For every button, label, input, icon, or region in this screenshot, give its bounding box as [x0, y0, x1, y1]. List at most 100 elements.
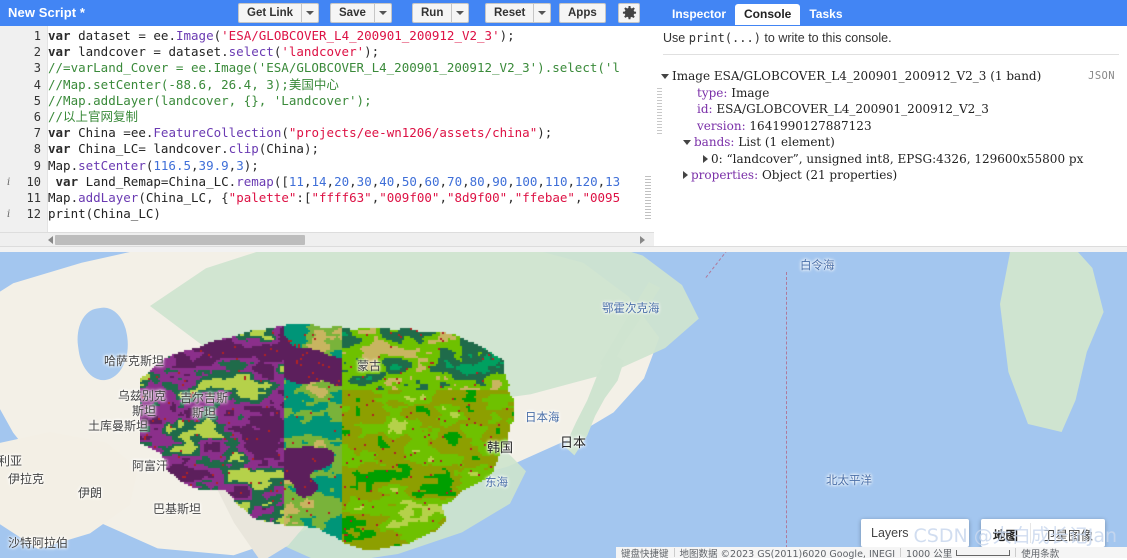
get-link-dropdown-button[interactable]	[301, 3, 320, 23]
console-divider	[663, 54, 1119, 55]
line-marker-icon: i	[7, 176, 11, 188]
console-row-key: 0:	[711, 151, 723, 166]
get-link-button[interactable]: Get Link	[238, 3, 302, 23]
map-label: 日本海	[525, 410, 560, 424]
map-label: 土库曼斯坦	[88, 419, 149, 433]
tab-inspector[interactable]: Inspector	[663, 4, 735, 25]
terms-of-use-link[interactable]: 使用条款	[1016, 546, 1064, 560]
code-line[interactable]: //=varLand_Cover = ee.Image('ESA/GLOBCOV…	[48, 60, 620, 76]
chevron-right-icon[interactable]	[683, 171, 688, 179]
code-line[interactable]: print(China_LC)	[48, 206, 620, 222]
console-tree-row[interactable]: properties: Object (21 properties)	[661, 167, 1111, 184]
map-viewport[interactable]: 哈萨克斯坦乌兹别克斯坦吉尔吉斯斯坦土库曼斯坦利亚伊拉克伊朗阿富汗巴基斯坦尼泊尔印…	[0, 252, 1127, 558]
tab-tasks[interactable]: Tasks	[800, 4, 851, 25]
layers-button-label: Layers	[871, 526, 909, 540]
gutter-line: 2	[33, 45, 41, 60]
scroll-right-icon[interactable]	[640, 236, 645, 244]
console-row-key: bands:	[694, 135, 735, 149]
chevron-down-icon	[306, 11, 315, 15]
console-row-key: id:	[697, 102, 713, 116]
code-line[interactable]: var dataset = ee.Image('ESA/GLOBCOVER_L4…	[48, 28, 620, 44]
code-line[interactable]: Map.addLayer(China_LC, {"palette":["ffff…	[48, 190, 620, 206]
reset-dropdown-button[interactable]	[533, 3, 552, 23]
code-line[interactable]: //以上官网复制	[48, 109, 620, 125]
console-tree-row[interactable]: Image ESA/GLOBCOVER_L4_200901_200912_V2_…	[661, 68, 1111, 85]
top-bar: New Script * Get Link Save Run Reset App…	[0, 0, 1127, 26]
map-attribution-bar: 键盘快捷键 地图数据 ©2023 GS(2011)6020 Google, IN…	[616, 546, 1127, 560]
settings-button[interactable]	[618, 3, 640, 23]
console-row-value: Image ESA/GLOBCOVER_L4_200901_200912_V2_…	[672, 69, 1042, 83]
gutter-line: 5	[33, 93, 41, 108]
chevron-down-icon	[538, 11, 547, 15]
editor-horizontal-scrollbar[interactable]	[0, 232, 654, 247]
editor-gutter: 1 2 3 4 5 6 7 8 9 i 10 11 i 12	[0, 26, 48, 232]
map-label: 蒙古	[357, 359, 382, 373]
console-hint-code: print(...)	[688, 31, 761, 45]
editor-vertical-scrollbar[interactable]	[645, 176, 651, 221]
map-label: 巴基斯坦	[153, 502, 202, 516]
gutter-line: 6	[33, 109, 41, 124]
chevron-right-icon[interactable]	[703, 154, 708, 163]
line-marker-icon: i	[7, 209, 11, 221]
code-line[interactable]: //Map.addLayer(landcover, {}, 'Landcover…	[48, 93, 620, 109]
save-button[interactable]: Save	[330, 3, 374, 23]
console-row-value: Image	[727, 85, 770, 100]
run-dropdown-button[interactable]	[451, 3, 470, 23]
console-panel: Use print(...) to write to this console.…	[655, 26, 1127, 246]
code-line[interactable]: var landcover = dataset.select('landcove…	[48, 44, 620, 60]
chevron-down-icon[interactable]	[661, 74, 669, 79]
console-tree-row[interactable]: 0: “landcover”, unsigned int8, EPSG:4326…	[661, 151, 1111, 168]
map-label: 北太平洋	[826, 473, 872, 487]
code-line[interactable]: Map.setCenter(116.5,39.9,3);	[48, 158, 620, 174]
console-row-value: “landcover”, unsigned int8, EPSG:4326, 1…	[722, 151, 1084, 166]
console-hint-prefix: Use	[663, 31, 689, 45]
chevron-down-icon[interactable]	[683, 140, 691, 145]
apps-button[interactable]: Apps	[559, 3, 606, 23]
console-vertical-scrollbar[interactable]	[657, 88, 662, 136]
gutter-line: 1	[33, 29, 41, 43]
apps-button-group: Apps	[559, 3, 606, 23]
map-label: 白令海	[800, 258, 835, 272]
map-label: 日本	[560, 436, 587, 451]
console-tree-row: type: Image	[661, 85, 1111, 102]
map-scale-label: 1000 公里	[906, 548, 953, 560]
run-button-group: Run	[412, 3, 470, 23]
console-row-value: Object (21 properties)	[758, 168, 898, 182]
map-label: 阿富汗	[132, 459, 169, 473]
tab-console[interactable]: Console	[735, 4, 801, 25]
scrollbar-thumb[interactable]	[55, 235, 305, 245]
watermark: CSDN @大白成长记Jan	[913, 525, 1118, 547]
reset-button[interactable]: Reset	[485, 3, 534, 23]
gutter-line: 11	[26, 190, 41, 205]
map-label: 斯坦	[192, 406, 217, 420]
code-line[interactable]: var China_LC= landcover.clip(China);	[48, 141, 620, 157]
code-line[interactable]: //Map.setCenter(-88.6, 26.4, 3);美国中心	[48, 77, 620, 93]
console-hint: Use print(...) to write to this console.	[663, 31, 892, 45]
map-label: 韩国	[487, 441, 514, 456]
console-tree-row[interactable]: bands: List (1 element)	[661, 134, 1111, 151]
get-link-button-group: Get Link	[238, 3, 320, 23]
landcover-raster-layer	[140, 314, 560, 558]
run-button[interactable]: Run	[412, 3, 452, 23]
landcover-canvas	[140, 314, 560, 558]
scale-bar-icon	[956, 549, 1011, 556]
map-boundary-line	[786, 272, 787, 558]
keyboard-shortcuts-link[interactable]: 键盘快捷键	[616, 546, 674, 560]
code-line[interactable]: var China =ee.FeatureCollection("project…	[48, 125, 620, 141]
code-line[interactable]: var Land_Remap=China_LC.remap([11,14,20,…	[48, 174, 621, 190]
scroll-left-icon[interactable]	[48, 236, 53, 244]
code-editor[interactable]: 1 2 3 4 5 6 7 8 9 i 10 11 i 12 var dataset…	[0, 26, 656, 232]
top-bar-left	[0, 0, 655, 26]
map-label: 沙特阿拉伯	[8, 536, 69, 550]
map-data-attribution: 地图数据 ©2023 GS(2011)6020 Google, INEGI	[679, 548, 896, 560]
chevron-down-icon	[456, 11, 465, 15]
console-output-tree: Image ESA/GLOBCOVER_L4_200901_200912_V2_…	[661, 68, 1111, 184]
gutter-line: 9	[33, 158, 41, 173]
console-row-value: ESA/GLOBCOVER_L4_200901_200912_V2_3	[712, 102, 989, 116]
script-title: New Script *	[8, 5, 86, 20]
gutter-line: i 10	[0, 174, 47, 190]
console-tree-row: id: ESA/GLOBCOVER_L4_200901_200912_V2_3	[661, 101, 1111, 118]
code-text-area[interactable]: var dataset = ee.Image('ESA/GLOBCOVER_L4…	[48, 26, 655, 232]
save-dropdown-button[interactable]	[373, 3, 392, 23]
chevron-down-icon	[378, 11, 387, 15]
